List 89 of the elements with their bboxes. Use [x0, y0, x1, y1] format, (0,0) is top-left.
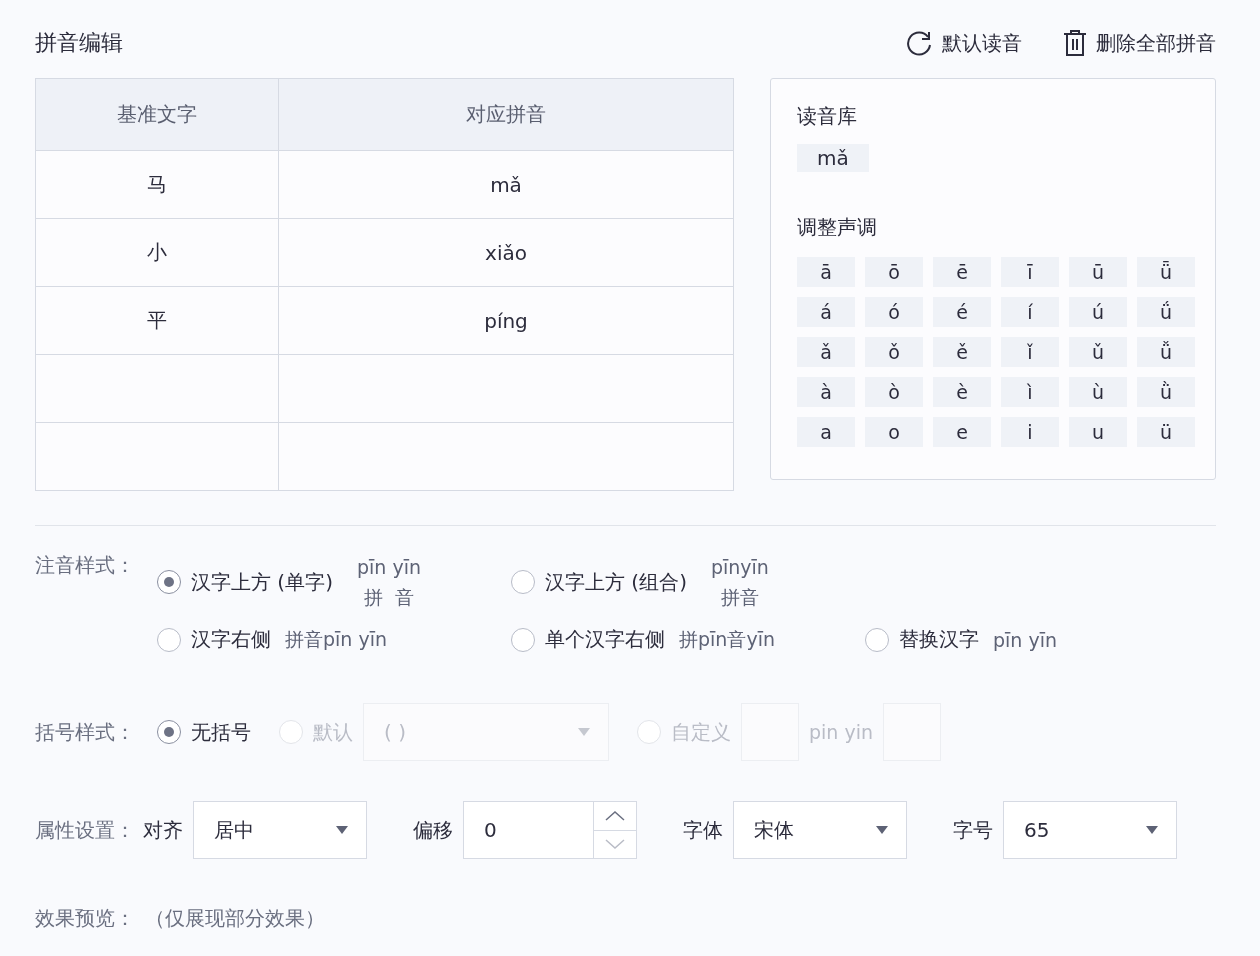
tone-key[interactable]: ǐ — [1001, 337, 1059, 367]
option-label: 无括号 — [191, 718, 251, 746]
tone-key[interactable]: ǒ — [865, 337, 923, 367]
tone-key[interactable]: ǔ — [1069, 337, 1127, 367]
tone-key[interactable]: ǖ — [1137, 257, 1195, 287]
tone-key[interactable]: í — [1001, 297, 1059, 327]
tone-key[interactable]: ǜ — [1137, 377, 1195, 407]
field-label: 偏移 — [413, 816, 453, 844]
radio-button[interactable] — [157, 720, 181, 744]
tone-key[interactable]: ì — [1001, 377, 1059, 407]
column-header: 对应拼音 — [278, 78, 734, 151]
tone-key[interactable]: è — [933, 377, 991, 407]
decrement-button[interactable] — [593, 830, 637, 859]
increment-button[interactable] — [593, 801, 637, 831]
option-label: 汉字上方 (组合) — [545, 568, 687, 596]
tone-key[interactable]: ǎ — [797, 337, 855, 367]
table-cell: 小 — [35, 218, 279, 287]
dropdown-caret-icon — [578, 728, 590, 736]
tone-key[interactable]: ě — [933, 337, 991, 367]
dropdown[interactable]: 65 — [1003, 801, 1177, 859]
option-label: 默认 — [313, 718, 353, 746]
sample-text: 拼pīn音yīn — [679, 626, 775, 652]
tone-key[interactable]: ē — [933, 257, 991, 287]
sample-text: 拼音pīn yīn — [285, 626, 387, 652]
tone-key[interactable]: u — [1069, 417, 1127, 447]
table-cell: 马 — [35, 150, 279, 219]
dropdown-caret-icon — [876, 826, 888, 834]
field-label: 属性设置： — [35, 816, 135, 844]
field-label: 效果预览： — [35, 905, 135, 932]
panel-title: 拼音编辑 — [35, 29, 123, 57]
field-label: 注音样式： — [35, 552, 136, 579]
tone-key[interactable]: ü — [1137, 417, 1195, 447]
tone-key[interactable]: ù — [1069, 377, 1127, 407]
tone-key[interactable]: ā — [797, 257, 855, 287]
radio-button[interactable] — [157, 570, 181, 594]
sample-text: pin yin — [809, 721, 873, 743]
dropdown[interactable]: 宋体 — [733, 801, 907, 859]
tone-key[interactable]: ò — [865, 377, 923, 407]
preview-note: （仅展现部分效果） — [145, 905, 325, 932]
field-label: 字号 — [953, 816, 993, 844]
sample-hanzi: 拼 音 — [363, 585, 414, 610]
tone-key[interactable]: o — [865, 417, 923, 447]
dropdown[interactable]: 居中 — [193, 801, 367, 859]
reading-chip[interactable]: mǎ — [797, 144, 869, 172]
chevron-up-icon — [605, 810, 625, 821]
table-cell: xiǎo — [278, 218, 734, 287]
table-cell: mǎ — [278, 150, 734, 219]
tone-key[interactable]: ú — [1069, 297, 1127, 327]
option-label: 汉字上方 (单字) — [191, 568, 333, 596]
radio-button[interactable] — [511, 570, 535, 594]
tone-key[interactable]: ī — [1001, 257, 1059, 287]
tone-key[interactable]: à — [797, 377, 855, 407]
field-label: 对齐 — [143, 816, 183, 844]
radio-button[interactable] — [511, 627, 535, 652]
chevron-down-icon — [605, 839, 625, 850]
tone-key[interactable]: ō — [865, 257, 923, 287]
sample-pinyin: pīn yīn — [356, 555, 421, 580]
field-label: 括号样式： — [35, 718, 136, 746]
refresh-icon — [906, 30, 934, 56]
tone-key[interactable]: a — [797, 417, 855, 447]
radio-button[interactable] — [865, 627, 889, 652]
tone-key[interactable]: e — [933, 417, 991, 447]
sample-pinyin: pīnyīn — [710, 555, 769, 580]
tone-key[interactable]: ó — [865, 297, 923, 327]
option-label: 汉字右侧 — [191, 626, 271, 653]
radio-button[interactable] — [157, 627, 181, 652]
section-title: 读音库 — [797, 103, 858, 130]
section-title: 调整声调 — [797, 214, 878, 241]
sample-hanzi: 拼音 — [720, 585, 759, 610]
field-label: 字体 — [683, 816, 723, 844]
table-cell: 平 — [35, 286, 279, 355]
option-label: 自定义 — [671, 718, 731, 746]
tone-key[interactable]: á — [797, 297, 855, 327]
table-cell: píng — [278, 286, 734, 355]
tone-key[interactable]: i — [1001, 417, 1059, 447]
default-reading-button[interactable]: 默认读音 — [906, 29, 1022, 57]
option-label: 单个汉字右侧 — [545, 626, 665, 653]
delete-all-button[interactable]: 删除全部拼音 — [1062, 29, 1216, 57]
trash-icon — [1062, 29, 1088, 57]
number-field[interactable]: 0 — [463, 801, 593, 859]
sample-text: pīn yīn — [993, 628, 1057, 651]
dropdown-caret-icon — [1146, 826, 1158, 834]
tone-key[interactable]: ū — [1069, 257, 1127, 287]
tone-key[interactable]: ǘ — [1137, 297, 1195, 327]
option-label: 替换汉字 — [899, 626, 979, 653]
tone-key[interactable]: ǚ — [1137, 337, 1195, 367]
column-header: 基准文字 — [35, 78, 279, 151]
dropdown-caret-icon — [336, 826, 348, 834]
tone-key[interactable]: é — [933, 297, 991, 327]
